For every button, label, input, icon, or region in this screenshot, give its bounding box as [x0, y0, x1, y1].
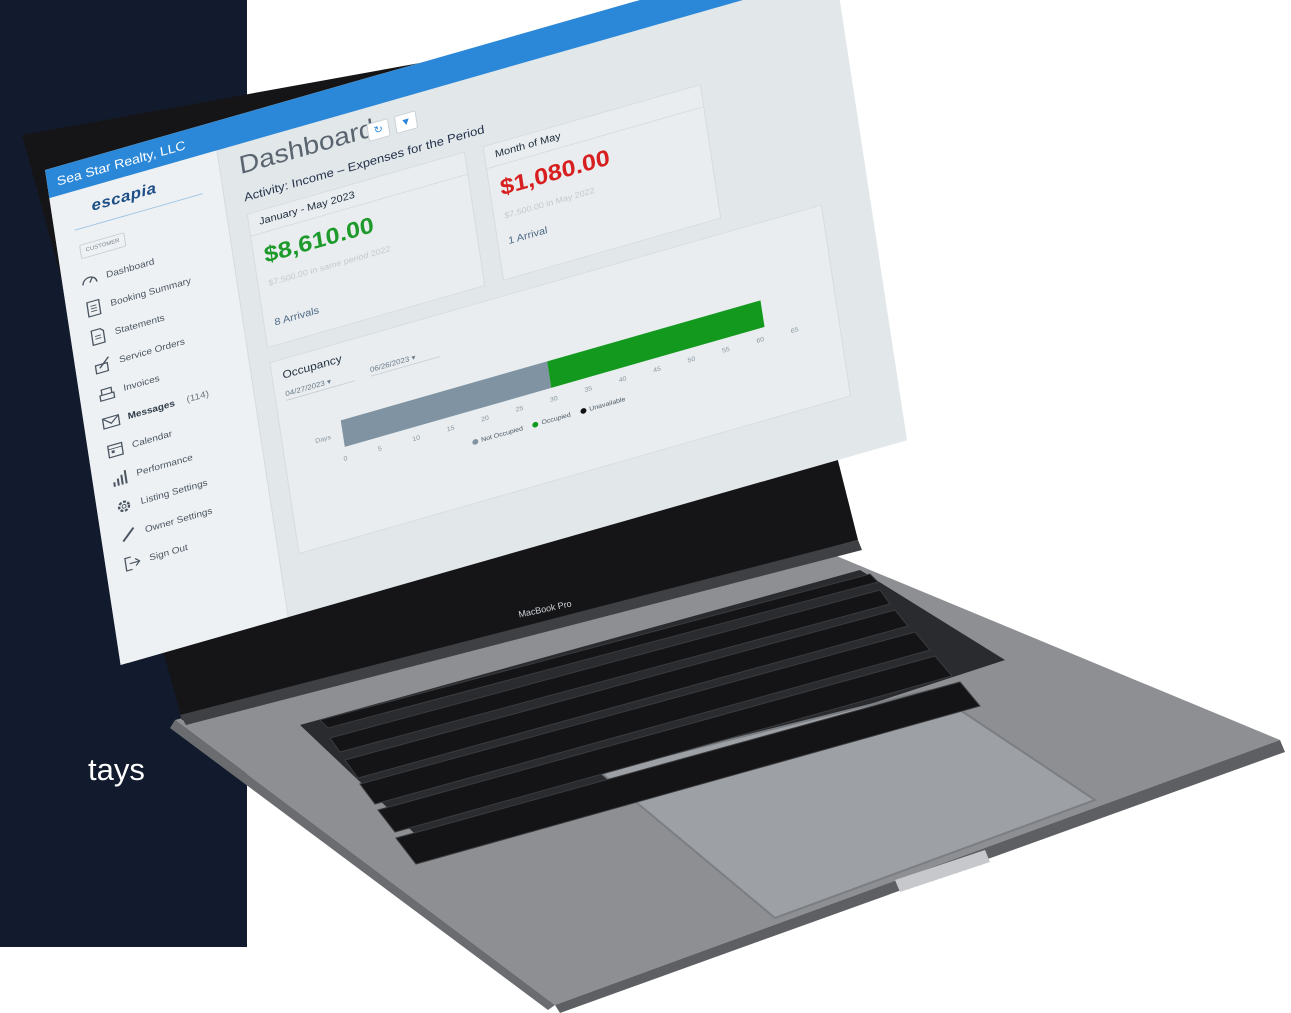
- sidebar-item-label: Invoices: [122, 373, 161, 394]
- legend-item-not-occupied: Not Occupied: [472, 426, 523, 447]
- pen-paper-icon: [94, 356, 110, 375]
- sidebar-item-label: Owner Settings: [144, 505, 214, 535]
- customer-badge[interactable]: CUSTOMER: [79, 232, 127, 260]
- ytd-arrivals[interactable]: 8 Arrivals: [274, 305, 320, 328]
- sidebar-item-label: Statements: [114, 312, 166, 337]
- x-tick-label: 60: [756, 336, 765, 345]
- occupancy-bar-occupied: [547, 300, 765, 388]
- statement-icon: [90, 327, 106, 347]
- sidebar-item-label: Listing Settings: [140, 477, 209, 507]
- sidebar-item-label: Calendar: [131, 428, 173, 450]
- sidebar-item-label: Messages: [127, 398, 176, 422]
- sidebar-item-label: Performance: [135, 452, 194, 479]
- x-tick-label: 50: [687, 356, 696, 365]
- sidebar-item-label: Dashboard: [105, 256, 156, 281]
- calendar-icon: [106, 441, 124, 459]
- end-date-field[interactable]: 06/26/2023 ▾: [369, 346, 440, 377]
- filter-button[interactable]: ▼: [393, 110, 419, 135]
- document-icon: [86, 298, 102, 318]
- messages-count: (114): [185, 388, 210, 405]
- legend-dot: [472, 438, 479, 446]
- x-tick-label: 20: [480, 415, 490, 424]
- x-tick-label: 25: [515, 405, 524, 414]
- legend-label: Not Occupied: [480, 425, 524, 444]
- legend-label: Occupied: [541, 411, 572, 427]
- x-tick-label: 35: [584, 385, 593, 394]
- pencil-icon: [122, 527, 135, 543]
- x-tick-label: 30: [549, 395, 559, 404]
- legend-dot: [580, 407, 587, 415]
- legend-item-occupied: Occupied: [532, 412, 571, 429]
- x-tick-label: 5: [377, 445, 383, 453]
- x-tick-label: 65: [790, 326, 800, 335]
- filter-icon: ▼: [399, 115, 413, 129]
- invoice-tray-icon: [99, 386, 116, 403]
- legend-label: Unavailable: [588, 396, 626, 413]
- end-date-value: 06/26/2023: [369, 354, 410, 375]
- sidebar-item-label: Service Orders: [118, 336, 186, 365]
- bar-chart-icon: [113, 469, 128, 488]
- sidebar-item-label: Sign Out: [148, 542, 189, 563]
- x-tick-label: 45: [652, 365, 662, 375]
- x-tick-label: 0: [343, 455, 348, 463]
- start-date-value: 04/27/2023: [284, 378, 326, 399]
- x-tick-label: 55: [721, 346, 731, 355]
- sign-out-icon: [124, 556, 141, 572]
- gear-icon: [117, 500, 131, 513]
- x-tick-label: 10: [411, 434, 421, 444]
- legend-item-unavailable: Unavailable: [580, 396, 626, 415]
- x-tick-label: 40: [618, 375, 628, 385]
- x-tick-label: 15: [446, 424, 456, 434]
- occupancy-row-label: Days: [314, 434, 332, 446]
- gauge-icon: [82, 276, 98, 286]
- legend-dot: [532, 421, 540, 429]
- envelope-icon: [101, 413, 121, 430]
- escapia-logo: escapia: [90, 179, 158, 215]
- refresh-icon: ↻: [373, 123, 384, 137]
- month-arrivals[interactable]: 1 Arrival: [508, 225, 549, 247]
